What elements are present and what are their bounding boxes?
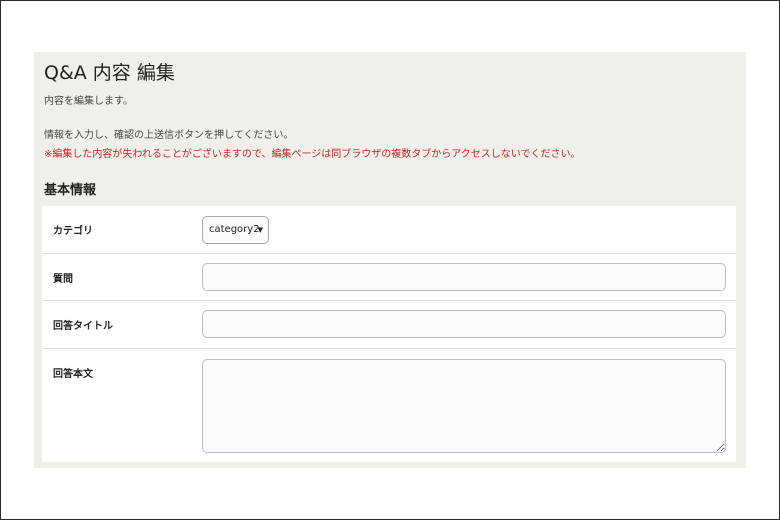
warning-text: ※編集した内容が失われることがございますので、編集ページは同ブラウザの複数タブか… <box>44 149 581 160</box>
page-description: 内容を編集します。 <box>44 96 133 107</box>
form-row-answer-title: 回答タイトル <box>42 301 736 349</box>
question-label: 質問 <box>53 274 73 285</box>
category-select-value: category2 <box>209 224 260 235</box>
caret-down-icon: ▼ <box>257 226 263 234</box>
section-title: 基本情報 <box>44 183 97 198</box>
question-input[interactable] <box>202 263 726 291</box>
edit-panel: Q&A 内容 編集 内容を編集します。 情報を入力し、確認の上送信ボタンを押して… <box>34 52 746 468</box>
category-select[interactable]: category2 ▼ <box>202 216 269 244</box>
category-label: カテゴリ <box>53 226 93 237</box>
form-row-category: カテゴリ category2 ▼ <box>42 206 736 254</box>
answer-body-textarea[interactable] <box>202 359 726 453</box>
answer-body-label: 回答本文 <box>53 369 93 380</box>
instruction-text: 情報を入力し、確認の上送信ボタンを押してください。 <box>44 130 294 141</box>
page-title: Q&A 内容 編集 <box>44 62 175 84</box>
basic-info-form: カテゴリ category2 ▼ 質問 回答タイトル 回答本文 <box>42 206 736 462</box>
answer-title-label: 回答タイトル <box>53 321 113 332</box>
answer-title-input[interactable] <box>202 310 726 338</box>
form-row-answer-body: 回答本文 <box>42 349 736 462</box>
form-row-question: 質問 <box>42 254 736 301</box>
